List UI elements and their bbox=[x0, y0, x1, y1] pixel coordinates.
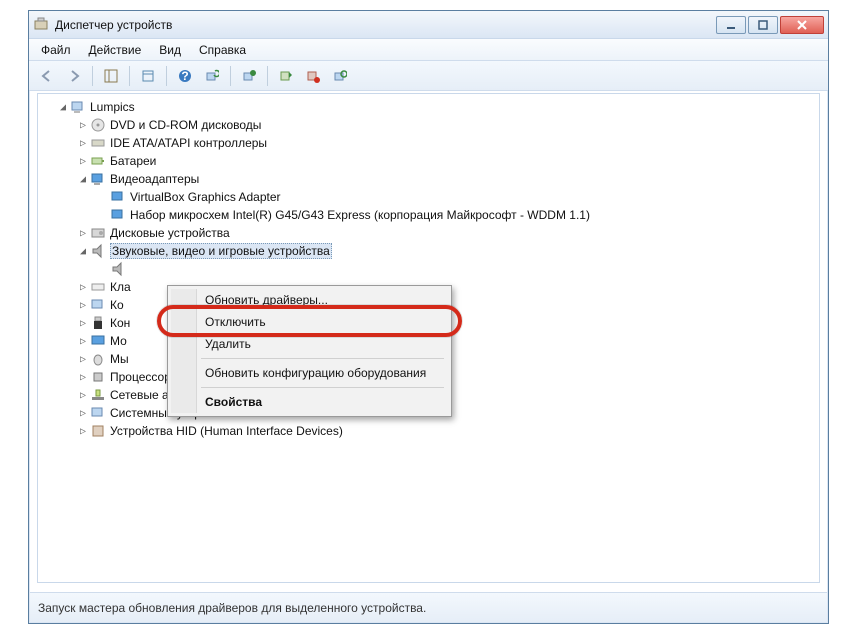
expand-icon[interactable]: ▷ bbox=[76, 372, 90, 383]
uninstall-button[interactable] bbox=[328, 64, 352, 88]
forward-button[interactable] bbox=[62, 64, 86, 88]
collapse-icon[interactable]: ◢ bbox=[76, 246, 90, 257]
toolbar-separator bbox=[267, 66, 268, 86]
context-separator bbox=[201, 358, 444, 359]
window-title: Диспетчер устройств bbox=[55, 18, 716, 32]
svg-text:?: ? bbox=[181, 69, 188, 83]
cpu-icon bbox=[90, 369, 106, 385]
expand-icon[interactable]: ▷ bbox=[76, 300, 90, 311]
device-manager-window: Диспетчер устройств Файл Действие Вид Сп… bbox=[28, 10, 829, 624]
tree-item-intel-adapter[interactable]: Набор микросхем Intel(R) G45/G43 Express… bbox=[42, 206, 819, 224]
menu-help[interactable]: Справка bbox=[191, 41, 254, 59]
tree-item-sound-device[interactable] bbox=[42, 260, 819, 278]
enable-button[interactable] bbox=[274, 64, 298, 88]
disk-icon bbox=[90, 225, 106, 241]
tree-node-battery[interactable]: ▷ Батареи bbox=[42, 152, 819, 170]
menubar: Файл Действие Вид Справка bbox=[29, 39, 828, 61]
context-scan-hardware[interactable]: Обновить конфигурацию оборудования bbox=[171, 362, 448, 384]
tree-node-sound[interactable]: ◢ Звуковые, видео и игровые устройства bbox=[42, 242, 819, 260]
expand-icon[interactable]: ▷ bbox=[76, 408, 90, 419]
mouse-icon bbox=[90, 351, 106, 367]
toolbar-separator bbox=[129, 66, 130, 86]
menu-action[interactable]: Действие bbox=[81, 41, 150, 59]
display-adapter-icon bbox=[110, 207, 126, 223]
toolbar-separator bbox=[92, 66, 93, 86]
minimize-button[interactable] bbox=[716, 16, 746, 34]
context-properties[interactable]: Свойства bbox=[171, 391, 448, 413]
toolbar: ? bbox=[29, 61, 828, 91]
context-separator bbox=[201, 387, 444, 388]
expand-icon[interactable]: ▷ bbox=[76, 138, 90, 149]
hid-icon bbox=[90, 423, 106, 439]
network-icon bbox=[90, 387, 106, 403]
help-button[interactable]: ? bbox=[173, 64, 197, 88]
monitor-icon bbox=[90, 333, 106, 349]
expand-icon[interactable]: ▷ bbox=[76, 354, 90, 365]
expand-icon[interactable]: ▷ bbox=[76, 282, 90, 293]
disc-icon bbox=[90, 117, 106, 133]
display-adapter-icon bbox=[90, 171, 106, 187]
usb-icon bbox=[90, 315, 106, 331]
back-button[interactable] bbox=[35, 64, 59, 88]
controller-icon bbox=[90, 135, 106, 151]
display-adapter-icon bbox=[110, 189, 126, 205]
expand-icon[interactable]: ▷ bbox=[76, 426, 90, 437]
tree-node-video[interactable]: ◢ Видеоадаптеры bbox=[42, 170, 819, 188]
context-uninstall[interactable]: Удалить bbox=[171, 333, 448, 355]
system-icon bbox=[90, 405, 106, 421]
battery-icon bbox=[90, 153, 106, 169]
expand-icon[interactable]: ▷ bbox=[76, 156, 90, 167]
toolbar-separator bbox=[230, 66, 231, 86]
expand-icon[interactable]: ▷ bbox=[76, 228, 90, 239]
tree-node-dvd[interactable]: ▷ DVD и CD-ROM дисководы bbox=[42, 116, 819, 134]
expand-icon[interactable]: ▷ bbox=[76, 336, 90, 347]
status-bar: Запуск мастера обновления драйверов для … bbox=[30, 592, 827, 622]
collapse-icon[interactable]: ◢ bbox=[56, 102, 70, 113]
window-controls bbox=[716, 16, 824, 34]
update-driver-button[interactable] bbox=[237, 64, 261, 88]
sound-icon bbox=[90, 243, 106, 259]
tree-root[interactable]: ◢ Lumpics bbox=[42, 98, 819, 116]
collapse-icon[interactable]: ◢ bbox=[76, 174, 90, 185]
toolbar-separator bbox=[166, 66, 167, 86]
disable-button[interactable] bbox=[301, 64, 325, 88]
status-text: Запуск мастера обновления драйверов для … bbox=[38, 601, 426, 615]
expand-icon[interactable]: ▷ bbox=[76, 120, 90, 131]
properties-button[interactable] bbox=[136, 64, 160, 88]
menu-view[interactable]: Вид bbox=[151, 41, 189, 59]
close-button[interactable] bbox=[780, 16, 824, 34]
titlebar[interactable]: Диспетчер устройств bbox=[29, 11, 828, 39]
keyboard-icon bbox=[90, 279, 106, 295]
menu-file[interactable]: Файл bbox=[33, 41, 79, 59]
maximize-button[interactable] bbox=[748, 16, 778, 34]
sound-icon bbox=[110, 261, 126, 277]
computer-icon bbox=[70, 99, 86, 115]
show-hide-console-button[interactable] bbox=[99, 64, 123, 88]
app-icon bbox=[33, 17, 49, 33]
tree-node-hid[interactable]: ▷ Устройства HID (Human Interface Device… bbox=[42, 422, 819, 440]
tree-item-vbox-adapter[interactable]: VirtualBox Graphics Adapter bbox=[42, 188, 819, 206]
tree-node-ide[interactable]: ▷ IDE ATA/ATAPI контроллеры bbox=[42, 134, 819, 152]
tree-node-disk[interactable]: ▷ Дисковые устройства bbox=[42, 224, 819, 242]
context-update-drivers[interactable]: Обновить драйверы... bbox=[171, 289, 448, 311]
context-menu: Обновить драйверы... Отключить Удалить О… bbox=[167, 285, 452, 417]
scan-button[interactable] bbox=[200, 64, 224, 88]
expand-icon[interactable]: ▷ bbox=[76, 318, 90, 329]
computer-icon bbox=[90, 297, 106, 313]
expand-icon[interactable]: ▷ bbox=[76, 390, 90, 401]
context-disable[interactable]: Отключить bbox=[171, 311, 448, 333]
